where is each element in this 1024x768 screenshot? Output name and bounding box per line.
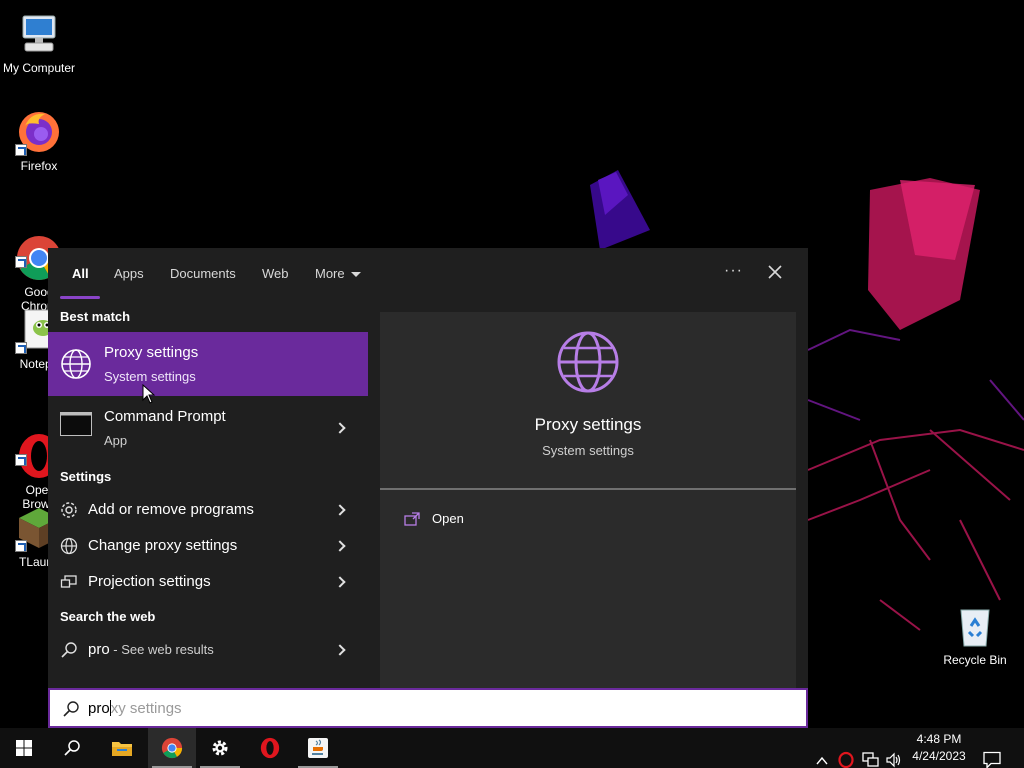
- close-icon[interactable]: [766, 263, 784, 281]
- search-suggestion-text: xy settings: [110, 700, 182, 717]
- java-icon: [308, 738, 328, 758]
- search-input[interactable]: proxy settings: [48, 688, 808, 728]
- taskbar-file-explorer[interactable]: [98, 728, 146, 768]
- chevron-right-icon[interactable]: [334, 540, 346, 552]
- tab-web[interactable]: Web: [262, 266, 289, 281]
- taskbar-opera[interactable]: [246, 728, 294, 768]
- tab-more[interactable]: More: [315, 266, 361, 281]
- opera-icon: [260, 737, 280, 759]
- preview-subtitle: System settings: [542, 443, 634, 458]
- chevron-right-icon[interactable]: [334, 422, 346, 434]
- start-search-panel: All Apps Documents Web More ··· Best mat…: [48, 248, 808, 690]
- chevron-right-icon[interactable]: [334, 576, 346, 588]
- result-title: Command Prompt: [104, 408, 226, 425]
- web-result-suffix: - See web results: [109, 642, 214, 657]
- open-label: Open: [432, 511, 464, 526]
- open-button[interactable]: Open: [402, 508, 522, 532]
- best-match-proxy-settings[interactable]: Proxy settings System settings: [48, 332, 368, 404]
- opera-tray-icon[interactable]: [838, 740, 854, 768]
- taskbar-java[interactable]: [294, 728, 342, 768]
- gear-icon: [61, 502, 77, 518]
- search-icon: [63, 701, 79, 717]
- globe-icon: [557, 331, 619, 393]
- section-header-settings: Settings: [60, 469, 112, 484]
- firefox-icon: [15, 108, 63, 156]
- result-add-remove-programs[interactable]: Add or remove programs: [48, 492, 368, 528]
- tab-all[interactable]: All: [72, 266, 89, 281]
- chevron-right-icon[interactable]: [334, 644, 346, 656]
- chevron-right-icon[interactable]: [334, 504, 346, 516]
- shortcut-arrow-icon: [15, 144, 27, 156]
- result-label: Change proxy settings: [88, 537, 238, 554]
- desktop-icon-my-computer[interactable]: My Computer: [1, 10, 77, 75]
- folder-icon: [112, 742, 132, 756]
- caret-down-icon: [350, 272, 361, 278]
- globe-icon: [61, 349, 91, 379]
- desktop-icon-label: Firefox: [20, 159, 58, 173]
- computer-icon: [15, 10, 63, 58]
- volume-icon[interactable]: [885, 740, 903, 768]
- start-button[interactable]: [0, 728, 48, 768]
- shortcut-arrow-icon: [15, 342, 27, 354]
- shortcut-arrow-icon: [15, 454, 27, 466]
- taskbar-search-button[interactable]: [48, 728, 96, 768]
- chevron-up-icon[interactable]: [815, 741, 829, 768]
- result-projection-settings[interactable]: Projection settings: [48, 564, 368, 600]
- preview-title: Proxy settings: [534, 415, 642, 434]
- section-header-search-web: Search the web: [60, 609, 156, 624]
- result-preview-pane: Proxy settings System settings Open: [380, 312, 796, 690]
- result-command-prompt[interactable]: Command Prompt App: [48, 396, 368, 460]
- desktop-icon-recycle-bin[interactable]: Recycle Bin: [937, 602, 1013, 667]
- web-query: pro: [88, 641, 110, 658]
- result-change-proxy-settings[interactable]: Change proxy settings: [48, 528, 368, 564]
- open-external-icon: [404, 512, 420, 526]
- search-icon: [61, 642, 77, 658]
- section-header-best-match: Best match: [60, 309, 131, 324]
- chrome-icon: [161, 737, 183, 759]
- search-query: proxy settings: [88, 700, 182, 717]
- projection-icon: [60, 575, 77, 588]
- search-typed-text: pro: [88, 700, 110, 717]
- search-icon: [64, 740, 80, 756]
- shortcut-arrow-icon: [15, 256, 27, 268]
- divider: [380, 488, 796, 490]
- tab-apps[interactable]: Apps: [114, 266, 144, 281]
- clock-date: 4/24/2023: [912, 749, 966, 763]
- search-filter-tabs: All Apps Documents Web More ···: [48, 248, 808, 300]
- tab-more-label: More: [315, 266, 345, 281]
- result-web-search[interactable]: pro - See web results: [48, 632, 368, 668]
- command-prompt-icon: [60, 412, 92, 436]
- tab-documents[interactable]: Documents: [170, 266, 236, 281]
- taskbar: 4:48 PM 4/24/2023: [0, 728, 1024, 768]
- clock-time: 4:48 PM: [916, 732, 962, 746]
- globe-icon: [60, 537, 78, 555]
- active-tab-indicator: [60, 296, 100, 299]
- result-subtitle: App: [104, 433, 128, 448]
- notification-center-icon[interactable]: [983, 740, 1001, 768]
- gear-icon: [212, 740, 228, 756]
- best-match-title: Proxy settings: [104, 344, 199, 361]
- more-options-button[interactable]: ···: [724, 262, 743, 280]
- desktop-icon-label: Recycle Bin: [943, 653, 1007, 667]
- best-match-subtitle: System settings: [104, 369, 196, 384]
- taskbar-settings[interactable]: [196, 728, 244, 768]
- recycle-bin-icon: [951, 602, 999, 650]
- taskbar-chrome[interactable]: [148, 728, 196, 768]
- search-results-list: Best match Proxy settings System setting…: [48, 300, 368, 690]
- result-label: Add or remove programs: [88, 501, 254, 518]
- web-result-label: pro - See web results: [88, 641, 214, 658]
- system-clock[interactable]: 4:48 PM 4/24/2023: [904, 731, 974, 765]
- result-label: Projection settings: [88, 573, 211, 590]
- shortcut-arrow-icon: [15, 540, 27, 552]
- windows-logo-icon: [16, 740, 32, 756]
- desktop-icon-firefox[interactable]: Firefox: [1, 108, 77, 173]
- network-icon[interactable]: [862, 740, 880, 768]
- desktop-icon-label: My Computer: [2, 61, 76, 75]
